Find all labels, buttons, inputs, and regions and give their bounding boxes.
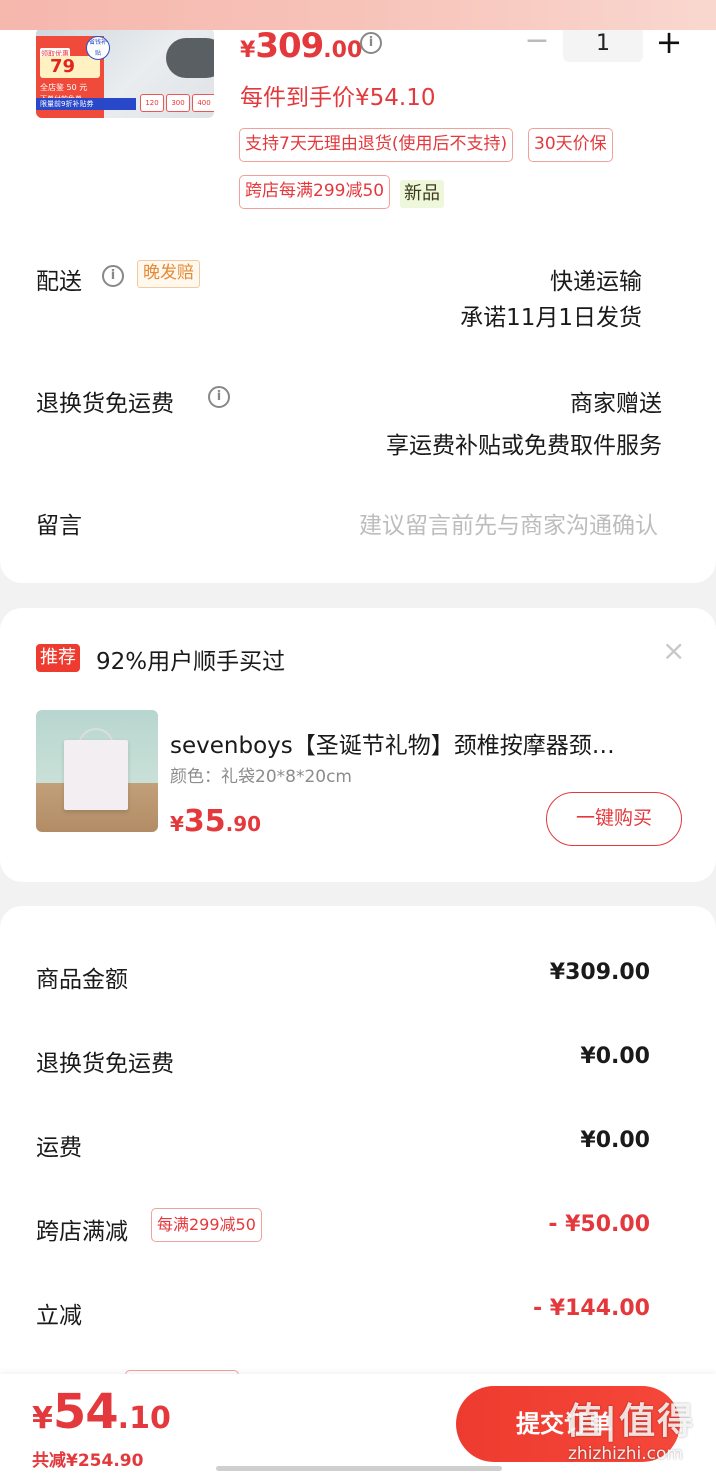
price-decimal: .90 xyxy=(225,812,262,836)
price-integer: 309 xyxy=(255,26,324,66)
summary-row-value: ¥0.00 xyxy=(580,1128,650,1153)
price-decimal: .00 xyxy=(323,38,363,63)
watermark-url: zhizhizhi.com xyxy=(568,1444,683,1464)
product-thumbnail[interactable]: 领取优惠券 79 全店鉴 50 元 下单付款免单 限量前9折补贴券 省钱补贴 1… xyxy=(36,28,214,118)
message-input[interactable]: 建议留言前先与商家沟通确认 xyxy=(359,506,658,540)
return-policy-tag: 支持7天无理由退货(使用后不支持) xyxy=(239,128,514,162)
price-currency: ¥ xyxy=(170,812,184,836)
price-currency: ¥ xyxy=(240,38,256,63)
thumbnail-promo-line1: 全店鉴 50 元 xyxy=(40,83,88,92)
cross-store-discount-tag: 每满299减50 xyxy=(151,1208,262,1242)
price-integer: 35 xyxy=(183,804,226,839)
new-product-tag: 新品 xyxy=(400,180,444,208)
return-shipping-info-icon[interactable]: i xyxy=(208,386,230,408)
close-icon[interactable]: × xyxy=(662,636,685,666)
quantity-decrease-button[interactable]: − xyxy=(524,26,550,56)
recommend-product-title[interactable]: sevenboys【圣诞节礼物】颈椎按摩器颈… xyxy=(170,726,666,760)
price-integer: 54 xyxy=(52,1384,119,1440)
thumbnail-product-image xyxy=(166,38,214,78)
recommend-product-price: ¥35.90 xyxy=(170,804,261,839)
status-bar xyxy=(0,0,716,30)
price-protection-tag: 30天价保 xyxy=(528,128,613,162)
product-price: ¥309.00 xyxy=(240,26,362,66)
price-decimal: .10 xyxy=(117,1401,171,1436)
summary-row-value: - ¥50.00 xyxy=(548,1212,650,1237)
price-info-icon[interactable]: i xyxy=(360,32,382,54)
thumbnail-badge: 省钱补贴 xyxy=(86,36,110,60)
watermark-logo: 值|值得 xyxy=(566,1401,696,1442)
delivery-info-icon[interactable]: i xyxy=(102,265,124,287)
thumbnail-price: 79 xyxy=(40,56,100,78)
delivery-label: 配送 xyxy=(36,269,82,295)
recommend-badge: 推荐 xyxy=(36,644,80,672)
quantity-increase-button[interactable]: + xyxy=(654,26,684,58)
summary-row-value: ¥309.00 xyxy=(549,960,650,985)
recommend-headline: 92%用户顺手买过 xyxy=(96,649,286,675)
gift-bag xyxy=(64,740,128,810)
quantity-input[interactable]: 1 xyxy=(563,26,643,62)
delivery-method[interactable]: 快递运输 xyxy=(550,262,642,296)
message-label: 留言 xyxy=(36,513,82,539)
return-shipping-value: 商家赠送 xyxy=(570,391,662,417)
thumbnail-mini-tag: 120 xyxy=(140,94,164,112)
total-saved: 共减¥254.90 xyxy=(32,1451,144,1471)
summary-row-label: 立减 xyxy=(36,1303,82,1329)
summary-row-value: - ¥144.00 xyxy=(533,1296,650,1321)
order-product-card: 领取优惠券 79 全店鉴 50 元 下单付款免单 限量前9折补贴券 省钱补贴 1… xyxy=(0,0,716,583)
thumbnail-bottom-banner: 限量前9折补贴券 xyxy=(36,98,136,110)
thumbnail-mini-tag: 300 xyxy=(166,94,190,112)
summary-row-label: 商品金额 xyxy=(36,967,128,993)
summary-row-label: 运费 xyxy=(36,1135,82,1161)
one-click-buy-button[interactable]: 一键购买 xyxy=(546,792,682,846)
return-shipping-service: 享运费补贴或免费取件服务 xyxy=(386,433,662,459)
recommend-product-image[interactable] xyxy=(36,710,158,832)
delivery-promise: 承诺11月1日发货 xyxy=(460,305,642,331)
total-price: ¥54.10 xyxy=(32,1384,171,1440)
recommend-product-sku: 颜色：礼袋20*8*20cm xyxy=(170,767,352,787)
late-shipping-compensation-badge: 晚发赔 xyxy=(137,260,200,288)
recommendation-card: 推荐 92%用户顺手买过 × sevenboys【圣诞节礼物】颈椎按摩器颈… 颜… xyxy=(0,608,716,882)
thumbnail-mini-tag: 400 xyxy=(192,94,214,112)
return-shipping-label: 退换货免运费 xyxy=(36,391,174,417)
summary-row-label: 退换货免运费 xyxy=(36,1051,174,1077)
cross-store-discount-tag: 跨店每满299减50 xyxy=(239,175,391,209)
home-indicator[interactable] xyxy=(216,1466,502,1471)
summary-row-value: ¥0.00 xyxy=(580,1044,650,1069)
unit-price-text: 每件到手价¥54.10 xyxy=(240,85,436,111)
price-currency: ¥ xyxy=(32,1401,53,1436)
summary-row-label: 跨店满减 xyxy=(36,1219,128,1245)
